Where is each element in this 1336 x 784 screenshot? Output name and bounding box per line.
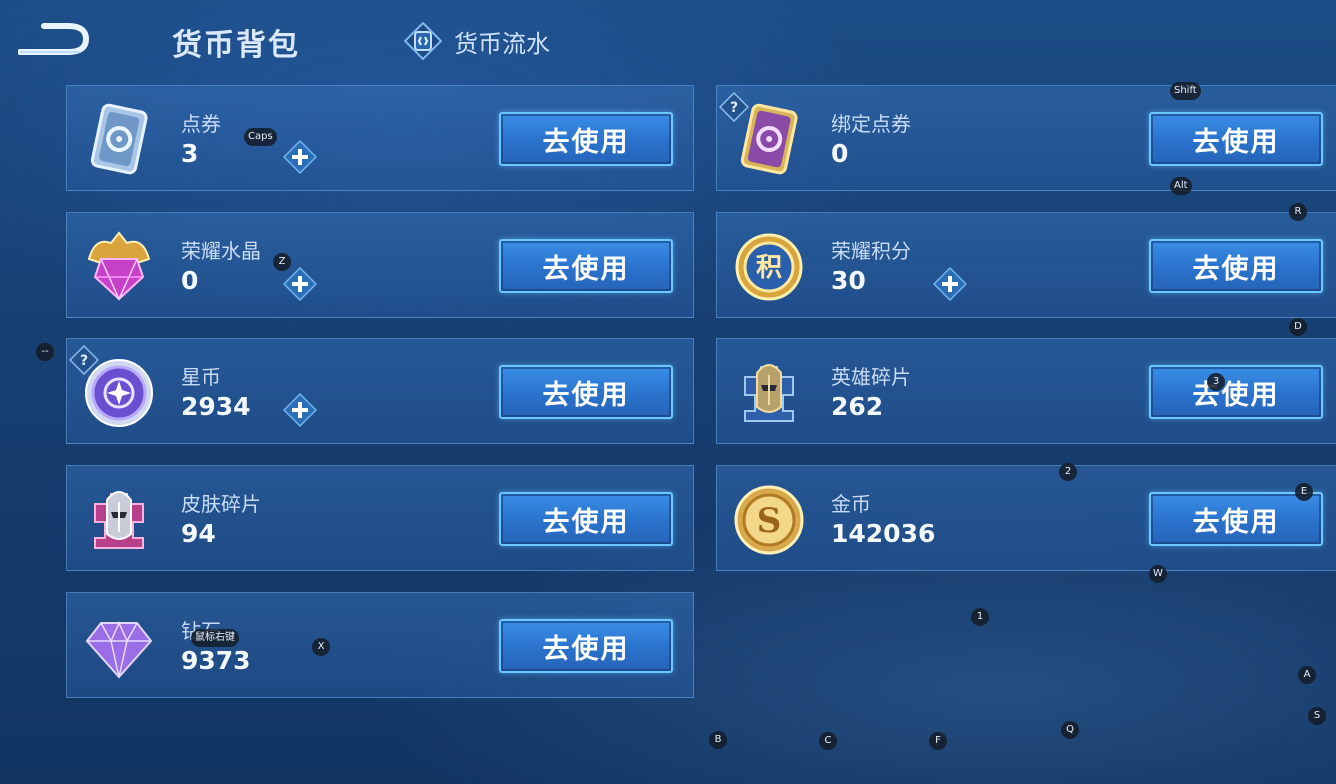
bound-coupon-card-icon bbox=[740, 103, 798, 175]
add-coupon-button[interactable] bbox=[283, 140, 317, 174]
add-glory-crystal-button[interactable] bbox=[283, 267, 317, 301]
key-hint: A bbox=[1298, 666, 1316, 684]
tab-currency-flow[interactable]: 货币流水 bbox=[404, 22, 550, 60]
use-glory-points-button[interactable]: 去使用 bbox=[1149, 239, 1323, 293]
currency-name: 星币 bbox=[181, 365, 221, 389]
glory-points-icon: 积 bbox=[735, 233, 803, 301]
use-hero-fragment-button[interactable]: 去使用 bbox=[1149, 365, 1323, 419]
currency-amount: 0 bbox=[181, 266, 199, 295]
key-hint: D bbox=[1289, 318, 1307, 336]
currency-name: 点券 bbox=[181, 112, 221, 136]
key-hint: X bbox=[312, 638, 330, 656]
key-hint: R bbox=[1289, 203, 1307, 221]
currency-card-diamond: 钻石 9373 去使用 bbox=[66, 592, 694, 698]
star-coin-icon bbox=[85, 359, 153, 427]
currency-amount: 262 bbox=[831, 392, 884, 421]
key-hint: 1 bbox=[971, 608, 989, 626]
key-hint: C bbox=[819, 732, 837, 750]
use-skin-fragment-button[interactable]: 去使用 bbox=[499, 492, 673, 546]
gold-coin-icon: S bbox=[734, 485, 804, 555]
currency-name: 金币 bbox=[831, 492, 871, 516]
currency-card-coupon: 点券 3 去使用 bbox=[66, 85, 694, 191]
currency-amount: 0 bbox=[831, 139, 849, 168]
key-hint: Z bbox=[273, 253, 291, 271]
svg-text:S: S bbox=[757, 501, 782, 541]
use-glory-crystal-button[interactable]: 去使用 bbox=[499, 239, 673, 293]
currency-amount: 3 bbox=[181, 139, 199, 168]
key-hint: E bbox=[1295, 483, 1313, 501]
currency-amount: 94 bbox=[181, 519, 216, 548]
use-star-coin-button[interactable]: 去使用 bbox=[499, 365, 673, 419]
currency-amount: 30 bbox=[831, 266, 866, 295]
currency-card-glory-crystal: 荣耀水晶 0 去使用 bbox=[66, 212, 694, 318]
currency-name: 绑定点券 bbox=[831, 112, 911, 136]
key-hint: B bbox=[709, 731, 727, 749]
currency-name: 英雄碎片 bbox=[831, 365, 911, 389]
key-hint: -- bbox=[36, 343, 54, 361]
add-glory-points-button[interactable] bbox=[933, 267, 967, 301]
key-hint: Q bbox=[1061, 721, 1079, 739]
back-arrow-icon bbox=[17, 23, 90, 55]
diamond-icon bbox=[85, 621, 153, 679]
tab-currency-flow-label: 货币流水 bbox=[454, 29, 550, 58]
back-button[interactable] bbox=[17, 20, 90, 60]
add-star-coin-button[interactable] bbox=[283, 393, 317, 427]
key-hint: 3 bbox=[1207, 373, 1225, 391]
page-title: 货币背包 bbox=[172, 28, 300, 63]
currency-amount: 142036 bbox=[831, 519, 936, 548]
key-hint: Caps bbox=[244, 128, 277, 146]
flow-record-icon bbox=[404, 22, 442, 60]
use-bound-coupon-button[interactable]: 去使用 bbox=[1149, 112, 1323, 166]
currency-amount: 9373 bbox=[181, 646, 251, 675]
use-gold-coin-button[interactable]: 去使用 bbox=[1149, 492, 1323, 546]
coupon-card-icon bbox=[90, 103, 148, 175]
currency-card-glory-points: 积 荣耀积分 30 去使用 bbox=[716, 212, 1336, 318]
key-hint: F bbox=[929, 732, 947, 750]
key-hint: Shift bbox=[1170, 82, 1201, 100]
currency-amount: 2934 bbox=[181, 392, 251, 421]
key-hint: Alt bbox=[1170, 177, 1192, 195]
key-hint: S bbox=[1308, 707, 1326, 725]
glory-crystal-icon bbox=[87, 231, 151, 301]
key-hint: 鼠标右键 bbox=[191, 629, 239, 647]
currency-name: 皮肤碎片 bbox=[181, 492, 261, 516]
use-diamond-button[interactable]: 去使用 bbox=[499, 619, 673, 673]
use-coupon-button[interactable]: 去使用 bbox=[499, 112, 673, 166]
currency-card-star-coin: ? 星币 2934 去使用 bbox=[66, 338, 694, 444]
skin-fragment-icon bbox=[94, 491, 144, 549]
currency-name: 荣耀积分 bbox=[831, 239, 911, 263]
key-hint: W bbox=[1149, 565, 1167, 583]
key-hint: 2 bbox=[1059, 463, 1077, 481]
currency-card-skin-fragment: 皮肤碎片 94 去使用 bbox=[66, 465, 694, 571]
currency-card-gold-coin: S 金币 142036 去使用 bbox=[716, 465, 1336, 571]
currency-name: 荣耀水晶 bbox=[181, 239, 261, 263]
currency-card-bound-coupon: ? 绑定点券 0 去使用 bbox=[716, 85, 1336, 191]
svg-text:积: 积 bbox=[756, 253, 782, 283]
hero-fragment-icon bbox=[744, 364, 794, 422]
currency-card-hero-fragment: 英雄碎片 262 去使用 bbox=[716, 338, 1336, 444]
